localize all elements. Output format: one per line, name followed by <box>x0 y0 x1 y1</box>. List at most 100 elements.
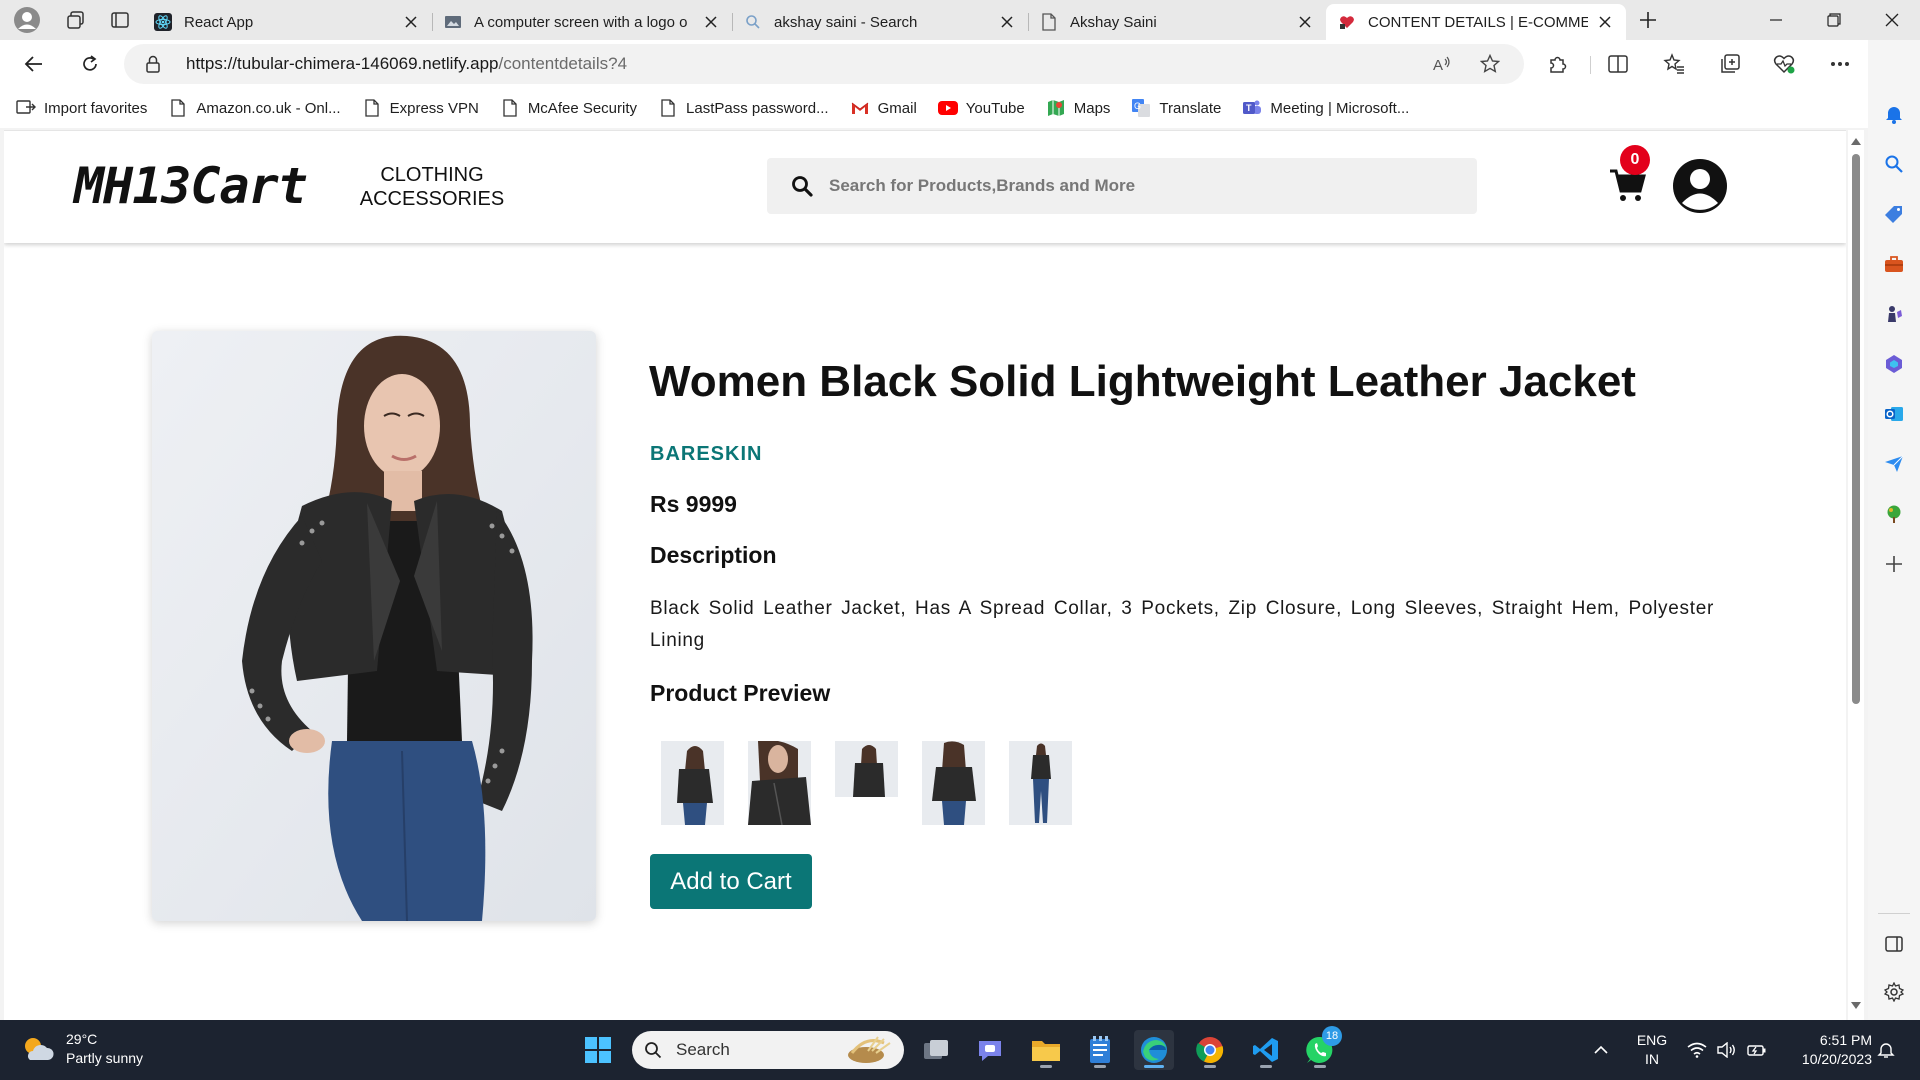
scroll-up-arrow-icon[interactable] <box>1851 138 1861 145</box>
react-icon <box>154 13 172 31</box>
whatsapp-button[interactable]: 18 <box>1300 1026 1342 1070</box>
preview-thumbnail-1[interactable] <box>661 741 724 825</box>
preview-thumbnail-3[interactable] <box>835 741 898 797</box>
microsoft-365-icon[interactable] <box>1882 352 1906 376</box>
favorite-lastpass[interactable]: LastPass password... <box>658 98 829 118</box>
chrome-button[interactable] <box>1190 1030 1230 1070</box>
show-hidden-icons-chevron-icon[interactable] <box>1590 1040 1612 1060</box>
send-drop-icon[interactable] <box>1882 452 1906 476</box>
minimize-button[interactable] <box>1748 0 1804 40</box>
youtube-icon <box>937 98 958 118</box>
notification-center-bell-icon[interactable] <box>1875 1040 1897 1060</box>
extensions-button[interactable] <box>1540 46 1576 82</box>
tab-content-details[interactable]: CONTENT DETAILS | E-COMMERC <box>1326 4 1626 40</box>
search-input[interactable] <box>829 158 1449 214</box>
lock-icon[interactable] <box>146 55 160 77</box>
weather-widget[interactable]: 29°C Partly sunny <box>20 1030 143 1068</box>
notepad-button[interactable] <box>1080 1030 1120 1070</box>
translate-icon: G <box>1131 98 1151 118</box>
site-header: MH13Cart CLOTHING ACCESSORIES 0 <box>4 131 1846 243</box>
volume-icon[interactable] <box>1716 1040 1738 1060</box>
tab-react-app[interactable]: React App <box>142 4 432 40</box>
nav-clothing[interactable]: CLOTHING <box>352 163 512 187</box>
preview-thumbnail-2[interactable] <box>748 741 811 825</box>
favorite-gmail[interactable]: Gmail <box>850 98 917 118</box>
page-scrollbar[interactable] <box>1848 130 1864 1020</box>
tab-akshay-saini[interactable]: Akshay Saini <box>1028 4 1326 40</box>
favorite-youtube[interactable]: YouTube <box>937 98 1025 118</box>
favorites-button[interactable] <box>1656 46 1692 82</box>
search-sidebar-icon[interactable] <box>1882 152 1906 176</box>
tree-icon[interactable] <box>1882 502 1906 526</box>
favorite-translate[interactable]: G Translate <box>1131 98 1221 118</box>
wifi-icon[interactable] <box>1686 1040 1708 1060</box>
back-button[interactable] <box>16 46 52 82</box>
search-icon[interactable] <box>791 175 813 201</box>
more-dots-icon <box>1831 62 1849 66</box>
favorite-label: Import favorites <box>44 99 148 117</box>
file-explorer-button[interactable] <box>1026 1030 1066 1070</box>
tab-bing-search[interactable]: akshay saini - Search <box>732 4 1028 40</box>
hide-sidebar-icon[interactable] <box>1882 932 1906 956</box>
teams-chat-button[interactable] <box>970 1030 1010 1070</box>
new-tab-button[interactable] <box>1626 0 1670 40</box>
outlook-icon[interactable] <box>1882 402 1906 426</box>
close-tab-icon[interactable] <box>998 13 1016 31</box>
clock[interactable]: 6:51 PM 10/20/2023 <box>1780 1031 1872 1069</box>
favorite-mcafee[interactable]: McAfee Security <box>500 98 637 118</box>
start-button[interactable] <box>578 1030 618 1070</box>
favorite-amazon[interactable]: Amazon.co.uk - Onl... <box>168 98 341 118</box>
edge-button[interactable] <box>1134 1030 1174 1070</box>
tab-image-search[interactable]: A computer screen with a logo o <box>432 4 732 40</box>
vscode-button[interactable] <box>1246 1030 1286 1070</box>
url-host: https://tubular-chimera-146069.netlify.a… <box>186 54 499 73</box>
close-tab-icon[interactable] <box>1596 13 1614 31</box>
battery-charging-icon[interactable] <box>1746 1040 1768 1060</box>
site-logo[interactable]: MH13Cart <box>74 157 308 215</box>
read-aloud-icon[interactable]: A <box>1432 54 1452 74</box>
add-to-cart-button[interactable]: Add to Cart <box>650 854 812 909</box>
scroll-down-arrow-icon[interactable] <box>1851 1002 1861 1009</box>
account-button[interactable] <box>1672 158 1728 214</box>
folder-icon <box>1032 1041 1060 1061</box>
preview-thumbnail-5[interactable] <box>1009 741 1072 825</box>
favorite-maps[interactable]: Maps <box>1046 98 1110 118</box>
nav-accessories[interactable]: ACCESSORIES <box>352 187 512 211</box>
sidebar-settings-gear-icon[interactable] <box>1882 980 1906 1004</box>
close-window-button[interactable] <box>1864 0 1920 40</box>
close-tab-icon[interactable] <box>402 13 420 31</box>
favorite-teams-meeting[interactable]: T Meeting | Microsoft... <box>1242 98 1409 118</box>
workspaces-button[interactable] <box>54 0 98 40</box>
language-indicator[interactable]: ENG IN <box>1634 1031 1670 1069</box>
category-nav[interactable]: CLOTHING ACCESSORIES <box>352 163 512 211</box>
tools-briefcase-icon[interactable] <box>1882 252 1906 276</box>
profile-icon <box>14 7 40 33</box>
site-search-bar[interactable] <box>767 158 1477 214</box>
product-main-image[interactable] <box>152 331 596 921</box>
shopping-tag-icon[interactable] <box>1882 202 1906 226</box>
favorite-express-vpn[interactable]: Express VPN <box>362 98 479 118</box>
add-sidebar-app-icon[interactable] <box>1882 552 1906 576</box>
address-bar[interactable]: https://tubular-chimera-146069.netlify.a… <box>124 44 1524 84</box>
scrollbar-thumb[interactable] <box>1852 154 1860 704</box>
tab-actions-button[interactable] <box>98 0 142 40</box>
close-tab-icon[interactable] <box>1296 13 1314 31</box>
browser-essentials-button[interactable] <box>1766 46 1802 82</box>
taskbar-search[interactable]: Search <box>632 1031 904 1069</box>
preview-thumbnail-4[interactable] <box>922 741 985 825</box>
settings-more-button[interactable] <box>1822 46 1858 82</box>
favorite-label: Gmail <box>877 99 917 117</box>
close-tab-icon[interactable] <box>702 13 720 31</box>
favorite-import[interactable]: Import favorites <box>16 98 147 118</box>
edge-browser-icon <box>1141 1037 1167 1063</box>
collections-button[interactable] <box>1712 46 1748 82</box>
profile-button[interactable] <box>0 0 54 40</box>
split-screen-button[interactable] <box>1600 46 1636 82</box>
refresh-button[interactable] <box>72 46 108 82</box>
favorite-star-icon[interactable] <box>1480 54 1500 74</box>
task-view-button[interactable] <box>916 1030 956 1070</box>
whatsapp-unread-badge: 18 <box>1322 1026 1342 1046</box>
restore-button[interactable] <box>1806 0 1862 40</box>
games-chess-icon[interactable] <box>1882 302 1906 326</box>
notifications-bell-icon[interactable] <box>1882 102 1906 126</box>
